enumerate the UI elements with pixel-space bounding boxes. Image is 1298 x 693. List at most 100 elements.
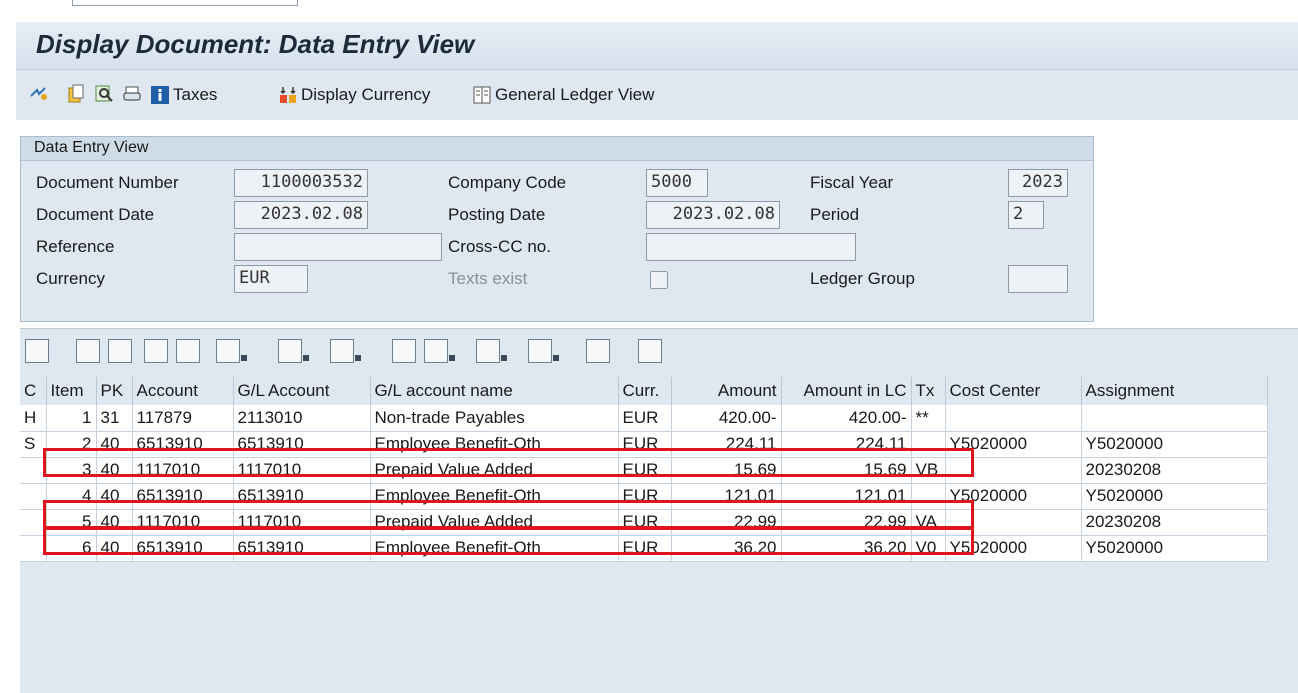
cell-c	[20, 509, 47, 536]
table-row[interactable]: H 1 31 117879 2113010 Non-trade Payables…	[20, 405, 1268, 432]
cell-gl-name: Employee Benefit-Oth	[370, 535, 619, 562]
sort-descending-icon[interactable]	[108, 339, 132, 363]
posting-date-field[interactable]: 2023.02.08	[646, 201, 780, 229]
currency-icon	[280, 87, 296, 103]
company-code-label: Company Code	[448, 173, 567, 192]
column-header[interactable]: Tx	[911, 377, 946, 405]
table-row[interactable]: S 2 40 6513910 6513910 Employee Benefit-…	[20, 431, 1268, 458]
currency-label: Currency	[36, 269, 105, 288]
column-header[interactable]: G/L Account	[233, 377, 371, 405]
reference-field[interactable]	[234, 233, 442, 261]
ledger-group-field[interactable]	[1008, 265, 1068, 293]
export-icon[interactable]	[476, 339, 507, 363]
cell-tax	[911, 431, 946, 458]
cell-c: H	[20, 405, 47, 432]
sort-ascending-icon[interactable]	[76, 339, 100, 363]
cell-amount-lc: 420.00-	[781, 405, 912, 432]
separator	[16, 120, 1298, 128]
page-title: Display Document: Data Entry View	[36, 29, 475, 59]
cell-cost-center: Y5020000	[945, 535, 1082, 562]
table-row[interactable]: 4 40 6513910 6513910 Employee Benefit-Ot…	[20, 483, 1268, 510]
cell-currency: EUR	[618, 431, 672, 458]
cell-account: 1117010	[132, 509, 234, 536]
print-icon[interactable]	[122, 84, 142, 104]
cell-gl-account: 1117010	[233, 509, 371, 536]
column-header[interactable]: Amount	[671, 377, 782, 405]
subtotal-icon[interactable]	[330, 339, 361, 363]
taxes-button[interactable]: Taxes	[150, 82, 217, 108]
find-icon[interactable]	[144, 339, 168, 363]
ledger-group-label: Ledger Group	[810, 269, 915, 288]
display-other-icon[interactable]	[29, 84, 49, 104]
cell-cost-center	[945, 405, 1082, 432]
cell-tax: V0	[911, 535, 946, 562]
period-field[interactable]: 2	[1008, 201, 1044, 229]
cell-gl-account: 6513910	[233, 483, 371, 510]
document-number-field[interactable]: 1100003532	[234, 169, 368, 197]
info-icon	[151, 86, 169, 104]
column-header[interactable]: Amount in LC	[781, 377, 912, 405]
cross-cc-label: Cross-CC no.	[448, 237, 551, 256]
cell-amount-lc: 224.11	[781, 431, 912, 458]
line-items-area: C Item PK Account G/L Account G/L accoun…	[20, 328, 1298, 693]
command-field[interactable]	[72, 0, 298, 6]
cell-c	[20, 457, 47, 484]
column-header[interactable]: Cost Center	[945, 377, 1082, 405]
cell-pk: 40	[96, 535, 133, 562]
cell-amount-lc: 36.20	[781, 535, 912, 562]
views-icon[interactable]	[424, 339, 455, 363]
cell-item: 6	[46, 535, 97, 562]
cell-gl-name: Employee Benefit-Oth	[370, 483, 619, 510]
fiscal-year-field[interactable]: 2023	[1008, 169, 1068, 197]
cell-tax: **	[911, 405, 946, 432]
cell-c: S	[20, 431, 47, 458]
filter-icon[interactable]	[216, 339, 247, 363]
column-header[interactable]: Assignment	[1081, 377, 1268, 405]
cell-account: 117879	[132, 405, 234, 432]
cell-gl-name: Prepaid Value Added	[370, 509, 619, 536]
table-row[interactable]: 5 40 1117010 1117010 Prepaid Value Added…	[20, 509, 1268, 536]
cell-tax: VA	[911, 509, 946, 536]
find-next-icon[interactable]	[176, 339, 200, 363]
info-icon[interactable]	[638, 339, 662, 363]
column-header[interactable]: C	[20, 377, 47, 405]
data-entry-view-group: Data Entry View Document Number 11000035…	[20, 136, 1094, 322]
cell-item: 1	[46, 405, 97, 432]
texts-exist-checkbox	[650, 271, 668, 289]
cell-gl-account: 6513910	[233, 431, 371, 458]
column-header[interactable]: Curr.	[618, 377, 672, 405]
cell-item: 2	[46, 431, 97, 458]
details-icon[interactable]	[25, 339, 49, 363]
taxes-label: Taxes	[173, 85, 218, 104]
general-ledger-view-button[interactable]: General Ledger View	[472, 82, 654, 108]
reference-label: Reference	[36, 237, 115, 256]
cross-cc-field[interactable]	[646, 233, 856, 261]
table-row[interactable]: 3 40 1117010 1117010 Prepaid Value Added…	[20, 457, 1268, 484]
column-header[interactable]: G/L account name	[370, 377, 619, 405]
line-items-table: C Item PK Account G/L Account G/L accoun…	[20, 377, 1268, 562]
column-header[interactable]: PK	[96, 377, 133, 405]
layout-icon[interactable]	[528, 339, 559, 363]
display-currency-button[interactable]: Display Currency	[278, 82, 430, 108]
column-header[interactable]: Item	[46, 377, 97, 405]
cell-amount: 22.99	[671, 509, 782, 536]
column-header[interactable]: Account	[132, 377, 234, 405]
document-icon[interactable]	[66, 84, 86, 104]
texts-exist-label: Texts exist	[448, 269, 528, 288]
graphic-icon[interactable]	[586, 339, 610, 363]
print-preview-icon[interactable]	[392, 339, 416, 363]
cell-pk: 40	[96, 509, 133, 536]
document-date-field[interactable]: 2023.02.08	[234, 201, 368, 229]
currency-field[interactable]: EUR	[234, 265, 308, 293]
cell-gl-name: Prepaid Value Added	[370, 457, 619, 484]
cell-amount-lc: 121.01	[781, 483, 912, 510]
cell-amount: 224.11	[671, 431, 782, 458]
search-icon[interactable]	[94, 84, 114, 104]
sum-icon[interactable]	[278, 339, 309, 363]
cell-pk: 40	[96, 431, 133, 458]
table-row[interactable]: 6 40 6513910 6513910 Employee Benefit-Ot…	[20, 535, 1268, 562]
cell-item: 3	[46, 457, 97, 484]
cell-currency: EUR	[618, 457, 672, 484]
cell-assignment	[1081, 405, 1268, 432]
company-code-field[interactable]: 5000	[646, 169, 708, 197]
